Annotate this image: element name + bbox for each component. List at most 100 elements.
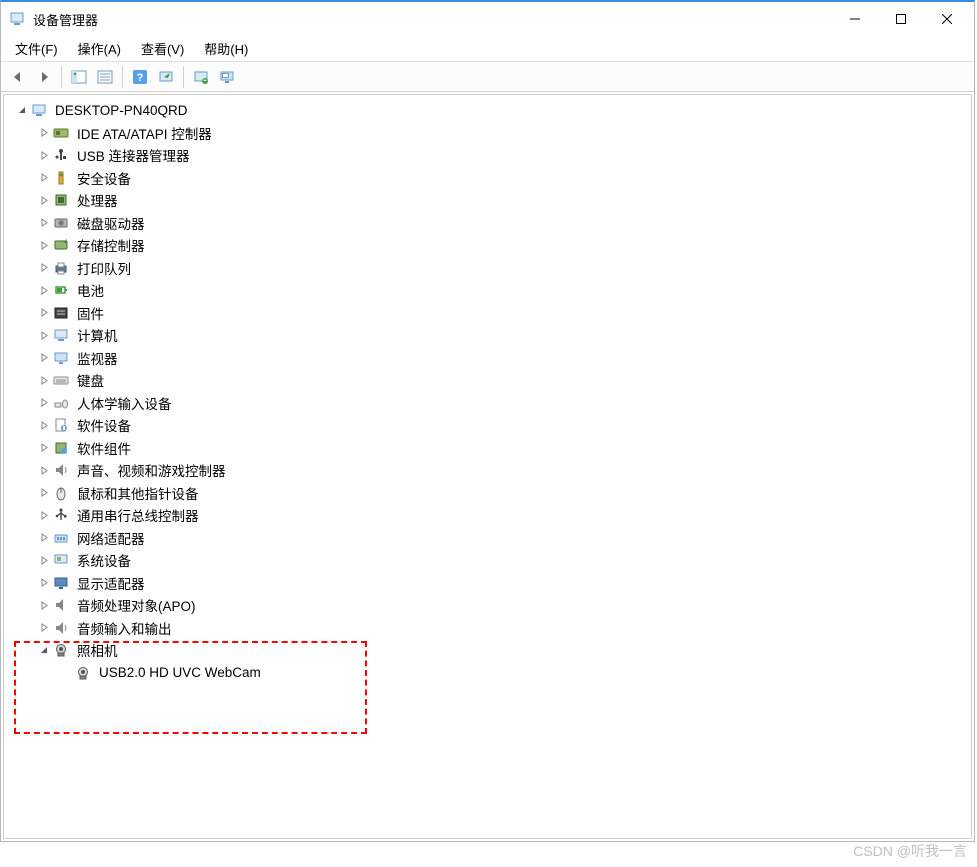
expand-caret-icon[interactable] bbox=[36, 575, 52, 591]
expand-caret-icon[interactable] bbox=[36, 305, 52, 321]
expand-caret-icon[interactable] bbox=[36, 282, 52, 298]
toolbar-refresh-button[interactable] bbox=[189, 65, 213, 89]
tree-node-label: USB 连接器管理器 bbox=[74, 144, 193, 166]
tree-category-node[interactable]: 安全设备 bbox=[4, 167, 971, 190]
menu-file[interactable]: 文件(F) bbox=[5, 36, 68, 61]
expand-caret-icon[interactable] bbox=[36, 597, 52, 613]
tree-category-node[interactable]: 通用串行总线控制器 bbox=[4, 504, 971, 527]
tree-node-label: 照相机 bbox=[74, 639, 121, 661]
tree-node-label: 软件设备 bbox=[74, 414, 134, 436]
expand-caret-icon[interactable] bbox=[36, 260, 52, 276]
expand-caret-icon[interactable] bbox=[36, 530, 52, 546]
storage-icon bbox=[52, 236, 70, 254]
tree-category-node[interactable]: 磁盘驱动器 bbox=[4, 212, 971, 235]
minimize-button[interactable] bbox=[832, 3, 878, 35]
tree-node-label: 声音、视频和游戏控制器 bbox=[74, 459, 229, 481]
tree-category-node[interactable]: 声音、视频和游戏控制器 bbox=[4, 459, 971, 482]
tree-node-label: IDE ATA/ATAPI 控制器 bbox=[74, 122, 215, 144]
tree-node-label: 电池 bbox=[74, 279, 107, 301]
tree-node-label: 存储控制器 bbox=[74, 234, 148, 256]
tree-category-node[interactable]: 电池 bbox=[4, 279, 971, 302]
toolbar-help-button[interactable]: ? bbox=[128, 65, 152, 89]
tree-node-label: 音频输入和输出 bbox=[74, 617, 175, 639]
toolbar: ? bbox=[1, 62, 974, 92]
apo-icon bbox=[52, 596, 70, 614]
menu-help[interactable]: 帮助(H) bbox=[194, 36, 258, 61]
system-icon bbox=[52, 551, 70, 569]
tree-category-node[interactable]: 存储控制器 bbox=[4, 234, 971, 257]
maximize-button[interactable] bbox=[878, 3, 924, 35]
toolbar-forward-button[interactable] bbox=[32, 65, 56, 89]
computer-icon bbox=[52, 326, 70, 344]
toolbar-scan-hardware-button[interactable] bbox=[154, 65, 178, 89]
expand-caret-icon[interactable] bbox=[36, 462, 52, 478]
firmware-icon bbox=[52, 304, 70, 322]
toolbar-remote-monitor-button[interactable] bbox=[215, 65, 239, 89]
expand-caret-icon[interactable] bbox=[36, 327, 52, 343]
expand-caret-icon[interactable] bbox=[36, 620, 52, 636]
usb-connector-icon bbox=[52, 146, 70, 164]
security-icon bbox=[52, 169, 70, 187]
toolbar-show-hide-tree-button[interactable] bbox=[67, 65, 91, 89]
tree-category-node[interactable]: 网络适配器 bbox=[4, 527, 971, 550]
expand-caret-icon[interactable] bbox=[36, 395, 52, 411]
toolbar-list-button[interactable] bbox=[93, 65, 117, 89]
tree-category-node[interactable]: 软件组件 bbox=[4, 437, 971, 460]
tree-node-label: 计算机 bbox=[74, 324, 121, 346]
tree-category-node[interactable]: 固件 bbox=[4, 302, 971, 325]
display-icon bbox=[52, 574, 70, 592]
tree-category-node[interactable]: 系统设备 bbox=[4, 549, 971, 572]
expand-caret-icon[interactable] bbox=[36, 485, 52, 501]
tree-node-label: 系统设备 bbox=[74, 549, 134, 571]
tree-node-label: 打印队列 bbox=[74, 257, 134, 279]
close-button[interactable] bbox=[924, 3, 970, 35]
tree-device-node[interactable]: USB2.0 HD UVC WebCam bbox=[4, 662, 971, 685]
tree-category-node[interactable]: 显示适配器 bbox=[4, 572, 971, 595]
tree-category-node[interactable]: 处理器 bbox=[4, 189, 971, 212]
svg-text:?: ? bbox=[137, 72, 144, 84]
tree-node-label: 监视器 bbox=[74, 347, 121, 369]
tree-category-node[interactable]: 键盘 bbox=[4, 369, 971, 392]
tree-category-node[interactable]: 人体学输入设备 bbox=[4, 392, 971, 415]
expand-caret-icon[interactable] bbox=[36, 642, 52, 658]
tree-category-node[interactable]: 打印队列 bbox=[4, 257, 971, 280]
computer-icon bbox=[30, 101, 48, 119]
tree-category-node[interactable]: 计算机 bbox=[4, 324, 971, 347]
expand-caret-icon[interactable] bbox=[36, 372, 52, 388]
expand-caret-icon[interactable] bbox=[36, 192, 52, 208]
menu-view[interactable]: 查看(V) bbox=[131, 36, 194, 61]
usb-icon bbox=[52, 506, 70, 524]
tree-category-node[interactable]: 软件设备 bbox=[4, 414, 971, 437]
toolbar-separator bbox=[122, 66, 123, 88]
toolbar-back-button[interactable] bbox=[6, 65, 30, 89]
sound-icon bbox=[52, 461, 70, 479]
expand-caret-icon[interactable] bbox=[14, 102, 30, 118]
expand-caret-icon[interactable] bbox=[36, 170, 52, 186]
device-tree[interactable]: DESKTOP-PN40QRD IDE ATA/ATAPI 控制器 USB 连接… bbox=[3, 94, 972, 839]
tree-category-node[interactable]: IDE ATA/ATAPI 控制器 bbox=[4, 122, 971, 145]
camera-icon bbox=[52, 641, 70, 659]
expand-caret-icon[interactable] bbox=[36, 147, 52, 163]
tree-root-node[interactable]: DESKTOP-PN40QRD bbox=[4, 99, 971, 122]
expand-caret-icon[interactable] bbox=[36, 125, 52, 141]
tree-category-node[interactable]: USB 连接器管理器 bbox=[4, 144, 971, 167]
tree-node-label: 人体学输入设备 bbox=[74, 392, 175, 414]
expand-caret-icon[interactable] bbox=[36, 507, 52, 523]
tree-node-label: 网络适配器 bbox=[74, 527, 148, 549]
expand-caret-icon[interactable] bbox=[36, 552, 52, 568]
window-controls bbox=[832, 3, 970, 35]
tree-category-node[interactable]: 音频输入和输出 bbox=[4, 617, 971, 640]
tree-node-label: 软件组件 bbox=[74, 437, 134, 459]
tree-category-node[interactable]: 音频处理对象(APO) bbox=[4, 594, 971, 617]
expand-caret-icon[interactable] bbox=[36, 350, 52, 366]
expand-caret-icon[interactable] bbox=[36, 440, 52, 456]
tree-category-node[interactable]: 照相机 bbox=[4, 639, 971, 662]
tree-category-node[interactable]: 鼠标和其他指针设备 bbox=[4, 482, 971, 505]
expand-caret-icon[interactable] bbox=[36, 237, 52, 253]
expand-caret-icon[interactable] bbox=[36, 417, 52, 433]
tree-category-node[interactable]: 监视器 bbox=[4, 347, 971, 370]
menu-action[interactable]: 操作(A) bbox=[68, 36, 131, 61]
expand-caret-icon[interactable] bbox=[36, 215, 52, 231]
tree-node-label: DESKTOP-PN40QRD bbox=[52, 102, 191, 119]
software-component-icon bbox=[52, 439, 70, 457]
